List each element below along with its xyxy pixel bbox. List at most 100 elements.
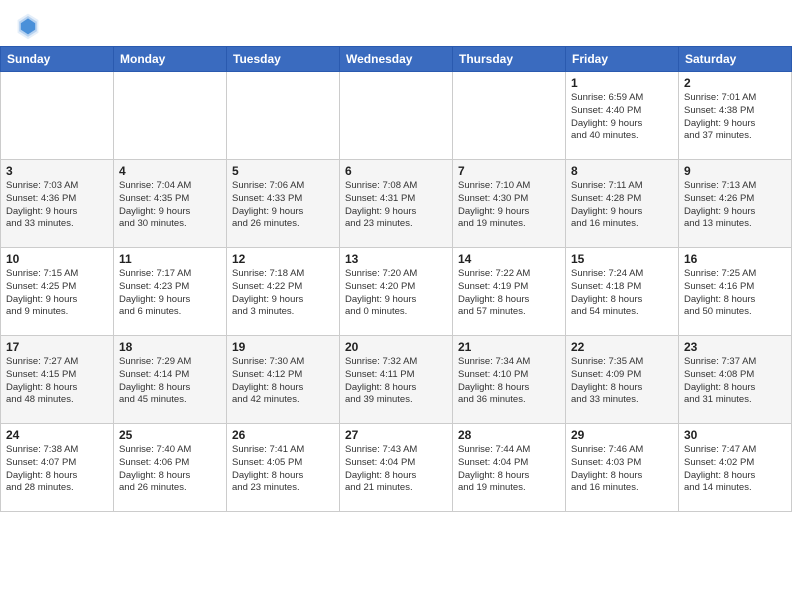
logo	[16, 12, 44, 40]
calendar-cell: 8 Sunrise: 7:11 AM Sunset: 4:28 PM Daylig…	[566, 160, 679, 248]
weekday-header: Tuesday	[227, 47, 340, 72]
calendar-cell: 3Sunrise: 7:03 AM Sunset: 4:36 PM Daylig…	[1, 160, 114, 248]
day-info: Sunrise: 7:15 AM Sunset: 4:25 PM Dayligh…	[6, 268, 108, 319]
day-number: 4	[119, 164, 221, 178]
calendar-week-row: 1 Sunrise: 6:59 AM Sunset: 4:40 PM Daylig…	[1, 72, 792, 160]
day-number: 25	[119, 428, 221, 442]
calendar-cell: 2Sunrise: 7:01 AM Sunset: 4:38 PM Daylig…	[679, 72, 792, 160]
day-info: Sunrise: 7:29 AM Sunset: 4:14 PM Dayligh…	[119, 356, 221, 407]
calendar-cell: 9 Sunrise: 7:13 AM Sunset: 4:26 PM Daylig…	[679, 160, 792, 248]
day-info: Sunrise: 7:38 AM Sunset: 4:07 PM Dayligh…	[6, 444, 108, 495]
calendar-week-row: 10 Sunrise: 7:15 AM Sunset: 4:25 PM Dayli…	[1, 248, 792, 336]
calendar-cell: 4 Sunrise: 7:04 AM Sunset: 4:35 PM Daylig…	[114, 160, 227, 248]
calendar-cell: 11Sunrise: 7:17 AM Sunset: 4:23 PM Dayli…	[114, 248, 227, 336]
calendar-cell: 27 Sunrise: 7:43 AM Sunset: 4:04 PM Dayli…	[340, 424, 453, 512]
day-info: Sunrise: 7:20 AM Sunset: 4:20 PM Dayligh…	[345, 268, 447, 319]
day-number: 12	[232, 252, 334, 266]
day-info: Sunrise: 7:11 AM Sunset: 4:28 PM Dayligh…	[571, 180, 673, 231]
calendar-cell: 30 Sunrise: 7:47 AM Sunset: 4:02 PM Dayli…	[679, 424, 792, 512]
calendar: SundayMondayTuesdayWednesdayThursdayFrid…	[0, 46, 792, 512]
weekday-header: Saturday	[679, 47, 792, 72]
calendar-cell	[1, 72, 114, 160]
day-info: Sunrise: 7:13 AM Sunset: 4:26 PM Dayligh…	[684, 180, 786, 231]
calendar-cell: 16 Sunrise: 7:25 AM Sunset: 4:16 PM Dayli…	[679, 248, 792, 336]
calendar-cell: 24 Sunrise: 7:38 AM Sunset: 4:07 PM Dayli…	[1, 424, 114, 512]
calendar-week-row: 17Sunrise: 7:27 AM Sunset: 4:15 PM Dayli…	[1, 336, 792, 424]
calendar-cell: 26 Sunrise: 7:41 AM Sunset: 4:05 PM Dayli…	[227, 424, 340, 512]
calendar-cell: 14 Sunrise: 7:22 AM Sunset: 4:19 PM Dayli…	[453, 248, 566, 336]
day-info: Sunrise: 7:18 AM Sunset: 4:22 PM Dayligh…	[232, 268, 334, 319]
weekday-header: Friday	[566, 47, 679, 72]
day-info: Sunrise: 7:37 AM Sunset: 4:08 PM Dayligh…	[684, 356, 786, 407]
day-info: Sunrise: 7:10 AM Sunset: 4:30 PM Dayligh…	[458, 180, 560, 231]
day-number: 28	[458, 428, 560, 442]
day-info: Sunrise: 7:04 AM Sunset: 4:35 PM Dayligh…	[119, 180, 221, 231]
day-info: Sunrise: 7:47 AM Sunset: 4:02 PM Dayligh…	[684, 444, 786, 495]
calendar-week-row: 3Sunrise: 7:03 AM Sunset: 4:36 PM Daylig…	[1, 160, 792, 248]
calendar-cell: 20Sunrise: 7:32 AM Sunset: 4:11 PM Dayli…	[340, 336, 453, 424]
day-number: 3	[6, 164, 108, 178]
day-number: 30	[684, 428, 786, 442]
day-info: Sunrise: 7:25 AM Sunset: 4:16 PM Dayligh…	[684, 268, 786, 319]
calendar-cell: 13 Sunrise: 7:20 AM Sunset: 4:20 PM Dayli…	[340, 248, 453, 336]
day-number: 18	[119, 340, 221, 354]
calendar-cell: 25 Sunrise: 7:40 AM Sunset: 4:06 PM Dayli…	[114, 424, 227, 512]
day-number: 10	[6, 252, 108, 266]
calendar-cell: 7 Sunrise: 7:10 AM Sunset: 4:30 PM Daylig…	[453, 160, 566, 248]
day-info: Sunrise: 7:32 AM Sunset: 4:11 PM Dayligh…	[345, 356, 447, 407]
calendar-cell	[340, 72, 453, 160]
calendar-cell: 6 Sunrise: 7:08 AM Sunset: 4:31 PM Daylig…	[340, 160, 453, 248]
day-info: Sunrise: 7:24 AM Sunset: 4:18 PM Dayligh…	[571, 268, 673, 319]
day-info: Sunrise: 7:30 AM Sunset: 4:12 PM Dayligh…	[232, 356, 334, 407]
day-number: 7	[458, 164, 560, 178]
calendar-cell: 21 Sunrise: 7:34 AM Sunset: 4:10 PM Dayli…	[453, 336, 566, 424]
day-info: Sunrise: 7:41 AM Sunset: 4:05 PM Dayligh…	[232, 444, 334, 495]
calendar-cell: 15 Sunrise: 7:24 AM Sunset: 4:18 PM Dayli…	[566, 248, 679, 336]
day-number: 6	[345, 164, 447, 178]
day-number: 22	[571, 340, 673, 354]
weekday-header: Sunday	[1, 47, 114, 72]
calendar-cell: 22 Sunrise: 7:35 AM Sunset: 4:09 PM Dayli…	[566, 336, 679, 424]
calendar-cell: 19 Sunrise: 7:30 AM Sunset: 4:12 PM Dayli…	[227, 336, 340, 424]
day-info: Sunrise: 7:35 AM Sunset: 4:09 PM Dayligh…	[571, 356, 673, 407]
calendar-cell: 29 Sunrise: 7:46 AM Sunset: 4:03 PM Dayli…	[566, 424, 679, 512]
calendar-cell	[453, 72, 566, 160]
day-info: Sunrise: 7:27 AM Sunset: 4:15 PM Dayligh…	[6, 356, 108, 407]
day-number: 5	[232, 164, 334, 178]
calendar-cell: 23Sunrise: 7:37 AM Sunset: 4:08 PM Dayli…	[679, 336, 792, 424]
day-info: Sunrise: 7:06 AM Sunset: 4:33 PM Dayligh…	[232, 180, 334, 231]
calendar-cell	[114, 72, 227, 160]
day-info: Sunrise: 7:46 AM Sunset: 4:03 PM Dayligh…	[571, 444, 673, 495]
weekday-header: Wednesday	[340, 47, 453, 72]
day-number: 15	[571, 252, 673, 266]
day-number: 1	[571, 76, 673, 90]
day-info: Sunrise: 7:08 AM Sunset: 4:31 PM Dayligh…	[345, 180, 447, 231]
day-number: 26	[232, 428, 334, 442]
day-info: Sunrise: 7:34 AM Sunset: 4:10 PM Dayligh…	[458, 356, 560, 407]
header	[0, 0, 792, 46]
calendar-cell: 18 Sunrise: 7:29 AM Sunset: 4:14 PM Dayli…	[114, 336, 227, 424]
day-number: 19	[232, 340, 334, 354]
day-number: 24	[6, 428, 108, 442]
calendar-cell	[227, 72, 340, 160]
day-info: Sunrise: 7:40 AM Sunset: 4:06 PM Dayligh…	[119, 444, 221, 495]
day-number: 9	[684, 164, 786, 178]
day-number: 2	[684, 76, 786, 90]
calendar-cell: 1 Sunrise: 6:59 AM Sunset: 4:40 PM Daylig…	[566, 72, 679, 160]
day-info: Sunrise: 6:59 AM Sunset: 4:40 PM Dayligh…	[571, 92, 673, 143]
day-info: Sunrise: 7:43 AM Sunset: 4:04 PM Dayligh…	[345, 444, 447, 495]
day-number: 21	[458, 340, 560, 354]
day-number: 29	[571, 428, 673, 442]
calendar-cell: 28Sunrise: 7:44 AM Sunset: 4:04 PM Dayli…	[453, 424, 566, 512]
day-number: 8	[571, 164, 673, 178]
weekday-header: Thursday	[453, 47, 566, 72]
day-number: 14	[458, 252, 560, 266]
calendar-header-row: SundayMondayTuesdayWednesdayThursdayFrid…	[1, 47, 792, 72]
calendar-cell: 5 Sunrise: 7:06 AM Sunset: 4:33 PM Daylig…	[227, 160, 340, 248]
calendar-cell: 17Sunrise: 7:27 AM Sunset: 4:15 PM Dayli…	[1, 336, 114, 424]
calendar-cell: 10 Sunrise: 7:15 AM Sunset: 4:25 PM Dayli…	[1, 248, 114, 336]
day-number: 27	[345, 428, 447, 442]
day-number: 16	[684, 252, 786, 266]
day-number: 13	[345, 252, 447, 266]
day-info: Sunrise: 7:22 AM Sunset: 4:19 PM Dayligh…	[458, 268, 560, 319]
